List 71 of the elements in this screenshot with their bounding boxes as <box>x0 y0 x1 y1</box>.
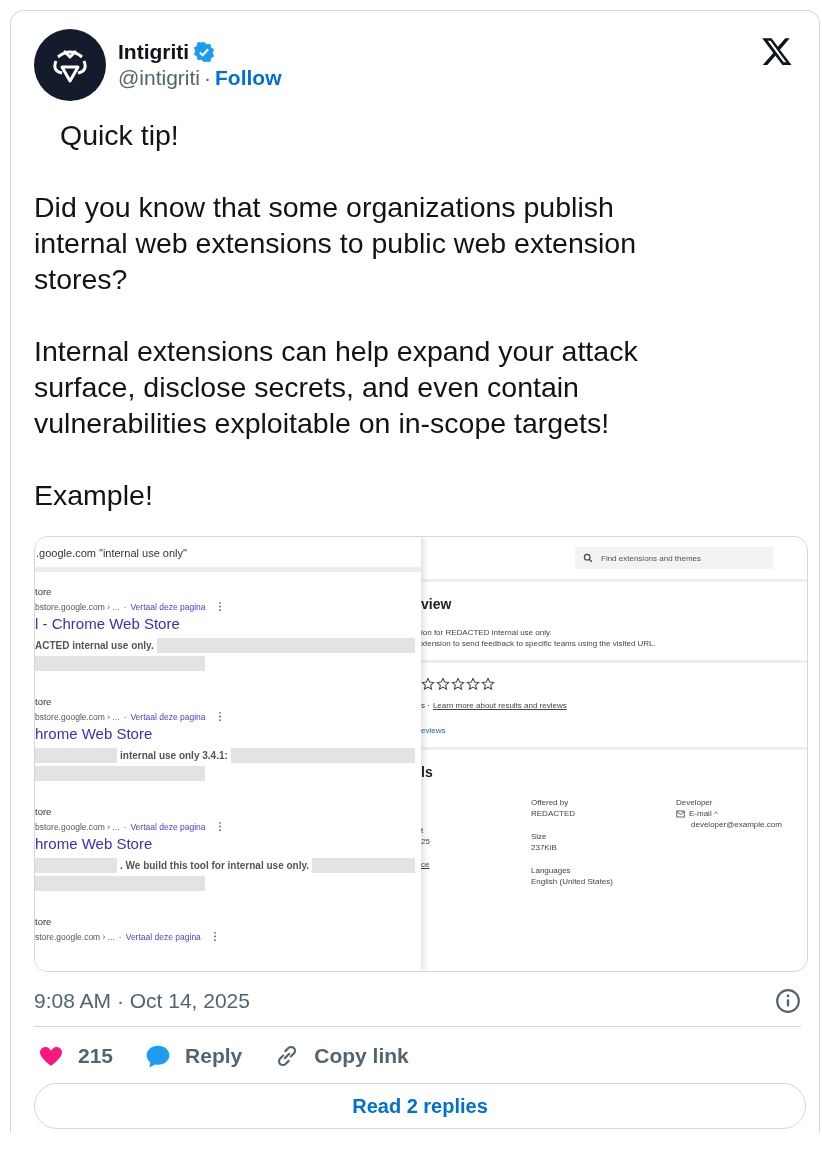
ratings-text: s · <box>421 701 430 710</box>
follow-link[interactable]: Follow <box>215 66 282 90</box>
detail-value: 237KiB <box>531 843 557 852</box>
search-query-field[interactable]: .google.com "internal use only" <box>35 541 421 572</box>
reviews-link[interactable]: eviews <box>421 726 446 735</box>
star-icon <box>436 677 450 691</box>
translate-link[interactable]: Vertaal deze pagina <box>130 711 206 722</box>
read-replies-button[interactable]: Read 2 replies <box>34 1083 806 1129</box>
separator-dot: · <box>118 931 122 942</box>
result-snippet: ACTED internal use only. <box>35 639 154 651</box>
result-snippet: internal use only 3.4.1: <box>120 749 228 761</box>
result-title-link[interactable]: hrome Web Store <box>35 835 421 852</box>
author-handle[interactable]: @intigriti <box>118 66 200 90</box>
more-options-icon[interactable] <box>217 821 222 832</box>
result-title-link[interactable]: hrome Web Store <box>35 725 421 742</box>
speech-bubble-icon <box>145 1043 172 1069</box>
result-url: store.google.com › ... <box>35 931 115 942</box>
mail-icon <box>676 809 685 818</box>
detail-label: Size <box>531 832 547 841</box>
result-source: tore <box>35 586 53 597</box>
result-url: bstore.google.com › ... <box>35 711 120 722</box>
more-options-icon[interactable] <box>212 931 217 942</box>
detail-label: Offered by <box>531 798 569 807</box>
description-text: ion for REDACTED internal use only. <box>421 628 553 637</box>
more-options-icon[interactable] <box>217 601 222 612</box>
tweet-text: Example! <box>34 478 154 513</box>
result-url: bstore.google.com › ... <box>35 821 120 832</box>
translate-link[interactable]: Vertaal deze pagina <box>130 821 206 832</box>
tweet-text: Quick tip! <box>59 118 180 153</box>
timestamp[interactable]: 9:08 AM · Oct 14, 2025 <box>34 989 250 1013</box>
avatar-icon[interactable] <box>34 29 106 101</box>
separator-dot: · <box>204 66 211 90</box>
detail-label: t <box>421 826 424 835</box>
detail-label: Developer <box>676 798 713 807</box>
detail-value: English (United States) <box>531 877 613 886</box>
star-icon <box>451 677 465 691</box>
result-title-link[interactable]: l - Chrome Web Store <box>35 615 421 632</box>
search-icon <box>583 553 593 563</box>
translate-link[interactable]: Vertaal deze pagina <box>125 931 201 942</box>
like-button[interactable]: 215 <box>38 1041 114 1071</box>
detail-value: REDACTED <box>531 809 575 818</box>
description-text: xtension to send feedback to specific teams using the visited URL. <box>421 639 657 648</box>
more-options-icon[interactable] <box>217 711 222 722</box>
x-logo-icon[interactable] <box>761 35 793 67</box>
tweet-text: Internal extensions can help expand your attack surface, disclose secrets, and even contain vulnerabilities exploitable on in-scope targets! <box>34 334 639 441</box>
learn-more-link[interactable]: Learn more about results and reviews <box>432 701 567 710</box>
section-heading: ls <box>421 764 434 780</box>
detail-link[interactable]: ce <box>421 860 430 869</box>
detail-label: Languages <box>531 866 571 875</box>
separator-dot: · <box>123 821 127 832</box>
section-heading: view <box>421 596 453 612</box>
reply-button[interactable]: Reply <box>145 1041 243 1071</box>
result-source: tore <box>35 916 53 927</box>
result-snippet: . We build this tool for internal use only. <box>120 859 310 871</box>
detail-value: developer@example.com <box>691 820 782 829</box>
result-source: tore <box>35 806 53 817</box>
search-field[interactable]: Find extensions and themes <box>575 547 773 569</box>
email-toggle[interactable]: E-mail ^ <box>689 809 718 818</box>
translate-link[interactable]: Vertaal deze pagina <box>130 601 206 612</box>
star-icon <box>481 677 495 691</box>
copy-link-button[interactable]: Copy link <box>274 1041 409 1071</box>
result-url: bstore.google.com › ... <box>35 601 120 612</box>
separator-dot: · <box>123 711 127 722</box>
info-icon[interactable] <box>775 988 801 1014</box>
author-name[interactable]: Intigriti <box>118 40 190 64</box>
separator-dot: · <box>123 601 127 612</box>
result-source: tore <box>35 696 53 707</box>
tweet-text: Did you know that some organizations publish internal web extensions to public web extension stores? <box>34 190 638 297</box>
detail-value: 25 <box>421 837 430 846</box>
star-icon <box>421 677 435 691</box>
star-icon <box>466 677 480 691</box>
